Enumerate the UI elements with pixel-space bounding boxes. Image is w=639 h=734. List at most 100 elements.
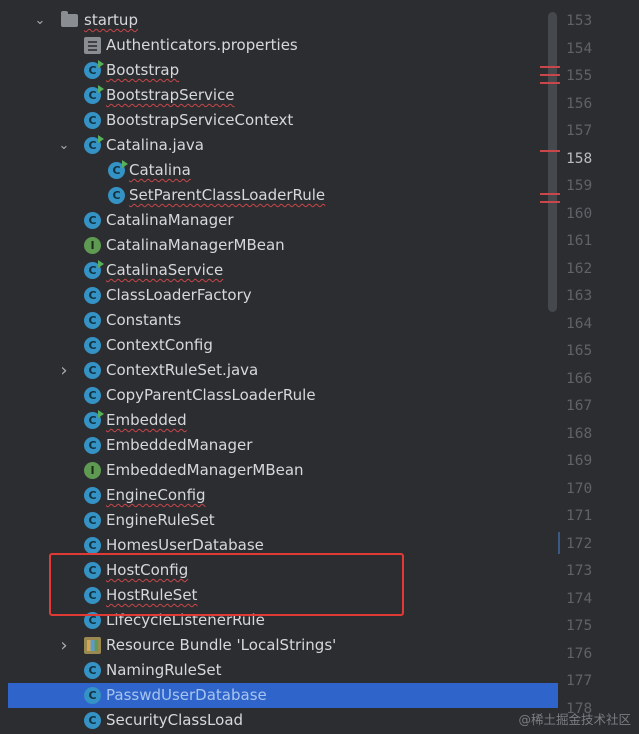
line-number: 175 (566, 618, 593, 634)
highlight-annotation-box (49, 553, 404, 616)
interface-icon: I (84, 237, 101, 254)
line-number: 164 (566, 315, 593, 332)
tree-item-label: Embedded (106, 411, 187, 429)
line-number: 176 (566, 645, 593, 662)
tree-item-label: Resource Bundle 'LocalStrings' (106, 636, 337, 654)
tree-item[interactable]: C BootstrapService (8, 83, 558, 108)
tree-item-label: ContextRuleSet.java (106, 361, 259, 379)
java-class-icon: C (84, 362, 101, 379)
project-tree[interactable]: ⌄ startup Authenticators.properties C Bootst… (0, 0, 558, 734)
resource-bundle-icon (84, 637, 101, 654)
tree-item[interactable]: C ClassLoaderFactory (8, 283, 558, 308)
line-number: 177 (566, 673, 593, 689)
tree-item[interactable]: C Catalina (8, 158, 558, 183)
line-number: 167 (566, 398, 593, 414)
tree-item[interactable]: ⌄ startup (8, 8, 558, 33)
tree-item[interactable]: › Resource Bundle 'LocalStrings' (8, 633, 558, 658)
line-number: 172 (566, 535, 593, 552)
tree-item[interactable]: › C ContextRuleSet.java (8, 358, 558, 383)
java-class-icon: C (84, 512, 101, 529)
tree-item[interactable]: C CatalinaManager (8, 208, 558, 233)
tree-item[interactable]: C Constants (8, 308, 558, 333)
line-number: 170 (566, 480, 593, 497)
tree-item-label: SecurityClassLoad (106, 711, 244, 729)
error-stripe-mark[interactable] (540, 74, 560, 76)
java-class-icon: C (84, 112, 101, 129)
tree-item[interactable]: C CatalinaService (8, 258, 558, 283)
tree-item[interactable]: C EmbeddedManager (8, 433, 558, 458)
java-class-icon: C (84, 662, 101, 679)
java-class-icon: C (84, 487, 101, 504)
runnable-class-icon: C (84, 60, 104, 79)
line-number: 173 (566, 563, 593, 579)
chevron-down-icon[interactable]: ⌄ (57, 133, 71, 158)
tree-item-label: SetParentClassLoaderRule (129, 186, 326, 204)
error-stripe-mark[interactable] (540, 193, 560, 195)
tree-item[interactable]: C ContextConfig (8, 333, 558, 358)
line-number: 163 (566, 288, 593, 304)
tree-item[interactable]: I CatalinaManagerMBean (8, 233, 558, 258)
tree-item-label: Bootstrap (106, 61, 180, 79)
editor-gutter: 153 154 155 156 157 158 159 160 161 162 163 164 165 1… (540, 0, 639, 734)
tree-item[interactable]: I EmbeddedManagerMBean (8, 458, 558, 483)
tree-item-label: EngineRuleSet (106, 511, 215, 529)
tree-item-label: startup (84, 11, 138, 29)
line-number: 157 (566, 123, 593, 139)
chevron-down-icon[interactable]: ⌄ (33, 8, 47, 33)
tree-item-label: CatalinaManagerMBean (106, 236, 285, 254)
error-stripe-mark[interactable] (540, 201, 560, 203)
line-number: 154 (566, 40, 593, 57)
tree-item[interactable]: C BootstrapServiceContext (8, 108, 558, 133)
interface-icon: I (84, 462, 101, 479)
tree-item[interactable]: C NamingRuleSet (8, 658, 558, 683)
tree-scrollbar-thumb[interactable] (548, 12, 557, 312)
line-number: 165 (566, 343, 593, 359)
tree-item[interactable]: C SecurityClassLoad (8, 708, 558, 733)
tree-item[interactable]: C SetParentClassLoaderRule (8, 183, 558, 208)
package-folder-icon (61, 11, 78, 27)
tree-item-label: CatalinaManager (106, 211, 234, 229)
line-number: 162 (566, 260, 593, 277)
java-class-icon: C (108, 187, 125, 204)
tree-item[interactable]: Authenticators.properties (8, 33, 558, 58)
java-class-icon: C (84, 537, 101, 554)
java-class-icon: C (84, 212, 101, 229)
error-stripe-mark[interactable] (540, 82, 560, 84)
tree-item[interactable]: C EngineRuleSet (8, 508, 558, 533)
line-number: 168 (566, 425, 593, 442)
tree-item[interactable]: C Bootstrap (8, 58, 558, 83)
tree-item[interactable]: ⌄ C Catalina.java (8, 133, 558, 158)
tree-item-label: CatalinaService (106, 261, 224, 279)
tree-item-label: PasswdUserDatabase (106, 686, 267, 704)
editor-caret-marker (558, 532, 560, 554)
tree-item-label: EmbeddedManager (106, 436, 253, 454)
tree-item-label: ClassLoaderFactory (106, 286, 252, 304)
tree-item-label: Constants (106, 311, 182, 329)
tree-item[interactable]: C EngineConfig (8, 483, 558, 508)
java-class-icon: C (84, 387, 101, 404)
runnable-class-icon: C (84, 135, 104, 154)
java-class-icon: C (84, 437, 101, 454)
line-number: 174 (566, 590, 593, 607)
error-stripe-mark[interactable] (540, 150, 560, 152)
runnable-class-icon: C (84, 85, 104, 104)
tree-item-label: EmbeddedManagerMBean (106, 461, 304, 479)
chevron-right-icon[interactable]: › (57, 358, 71, 383)
java-class-icon: C (84, 312, 101, 329)
line-number: 159 (566, 178, 593, 194)
java-class-icon: C (84, 687, 101, 704)
tree-item-label: Authenticators.properties (106, 36, 298, 54)
chevron-right-icon[interactable]: › (57, 633, 71, 658)
line-number: 161 (566, 233, 593, 249)
java-class-icon: C (84, 337, 101, 354)
line-number: 169 (566, 453, 593, 469)
tree-item[interactable]: C Embedded (8, 408, 558, 433)
tree-item-label: EngineConfig (106, 486, 206, 504)
error-stripe-mark[interactable] (540, 66, 560, 68)
runnable-class-icon: C (84, 410, 104, 429)
tree-item[interactable]: C PasswdUserDatabase (8, 683, 558, 708)
java-class-icon: C (84, 712, 101, 729)
tree-item-label: BootstrapServiceContext (106, 111, 294, 129)
properties-file-icon (84, 37, 101, 54)
tree-item[interactable]: C CopyParentClassLoaderRule (8, 383, 558, 408)
